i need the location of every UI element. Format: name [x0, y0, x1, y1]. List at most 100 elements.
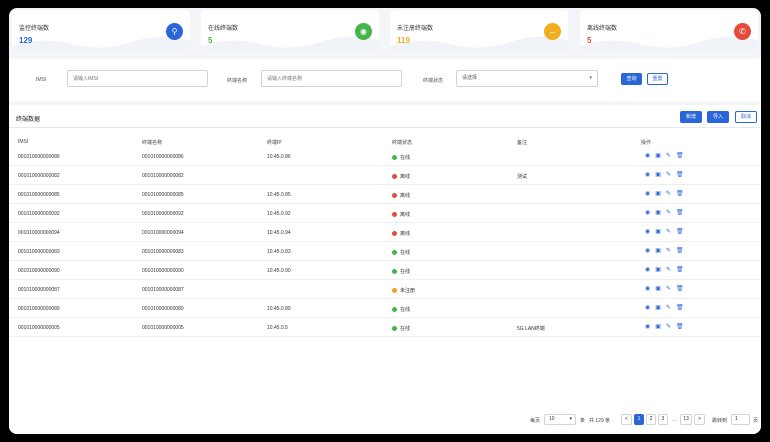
cell-status: 离线: [392, 192, 410, 199]
view-icon[interactable]: ◉: [645, 191, 650, 197]
delete-icon[interactable]: 🗑: [676, 324, 684, 330]
edit-icon[interactable]: ✎: [666, 286, 671, 292]
cancel-button[interactable]: 取消: [735, 111, 757, 123]
page-size-value: 10: [549, 416, 555, 422]
panel-title: 终端数据: [16, 117, 41, 123]
status-text: 离线: [400, 193, 411, 199]
column-header-note: 备注: [517, 140, 528, 146]
cell-ip: 10.45.0.89: [267, 306, 291, 312]
table-row: 001010000000090 001010000000090 10.45.0.90…: [9, 261, 761, 280]
add-button[interactable]: 新增: [680, 111, 702, 123]
delete-icon[interactable]: 🗑: [676, 248, 684, 254]
monitor-icon: ⚲: [166, 23, 183, 40]
offline-terminal-icon: ✆: [734, 23, 751, 40]
delete-icon[interactable]: 🗑: [676, 172, 684, 178]
stat-title: 离线终端数: [587, 26, 618, 32]
bind-icon[interactable]: ▣: [655, 172, 661, 178]
imsi-input[interactable]: [67, 70, 208, 87]
stat-card: 监控终端数 129 ⚲: [12, 10, 190, 52]
status-dot: [392, 193, 397, 198]
edit-icon[interactable]: ✎: [666, 191, 671, 197]
import-button[interactable]: 导入: [707, 111, 729, 123]
query-button[interactable]: 查询: [621, 73, 642, 85]
view-icon[interactable]: ◉: [645, 324, 650, 330]
delete-icon[interactable]: 🗑: [676, 267, 684, 273]
goto-page-input[interactable]: 1: [731, 414, 750, 425]
bind-icon[interactable]: ▣: [655, 324, 661, 330]
cell-imsi: 001010000000090: [18, 268, 60, 274]
online-terminal-icon: ◉: [355, 23, 372, 40]
next-page-button[interactable]: >: [694, 414, 705, 425]
delete-icon[interactable]: 🗑: [676, 229, 684, 235]
edit-icon[interactable]: ✎: [666, 305, 671, 311]
row-actions: ◉ ▣ ✎ 🗑: [645, 171, 689, 178]
edit-icon[interactable]: ✎: [666, 324, 671, 330]
delete-icon[interactable]: 🗑: [676, 153, 684, 159]
view-icon[interactable]: ◉: [645, 153, 650, 159]
terminal-name-input[interactable]: [261, 70, 402, 87]
cell-imsi: 001010000000086: [18, 154, 60, 160]
status-dot: [392, 269, 397, 274]
unit-label: 条: [580, 418, 586, 424]
edit-icon[interactable]: ✎: [666, 153, 671, 159]
bind-icon[interactable]: ▣: [655, 191, 661, 197]
edit-icon[interactable]: ✎: [666, 210, 671, 216]
delete-icon[interactable]: 🗑: [676, 286, 684, 292]
divider: [9, 127, 761, 128]
cell-imsi: 001010000000082: [18, 173, 60, 179]
edit-icon[interactable]: ✎: [666, 248, 671, 254]
view-icon[interactable]: ◉: [645, 172, 650, 178]
status-text: 在线: [400, 155, 411, 161]
cell-name: 001010000000082: [142, 173, 184, 179]
edit-icon[interactable]: ✎: [666, 229, 671, 235]
view-icon[interactable]: ◉: [645, 267, 650, 273]
view-icon[interactable]: ◉: [645, 305, 650, 311]
row-actions: ◉ ▣ ✎ 🗑: [645, 285, 689, 292]
cell-name: 001010000000086: [142, 154, 184, 160]
terminal-name-label: 终端名称: [227, 78, 248, 84]
bind-icon[interactable]: ▣: [655, 305, 661, 311]
last-page-button[interactable]: 13: [680, 414, 692, 425]
page-button-2[interactable]: 2: [646, 414, 656, 425]
status-dot: [392, 212, 397, 217]
imsi-label: IMSI: [36, 77, 47, 83]
status-dot: [392, 326, 397, 331]
status-text: 未注册: [400, 288, 416, 294]
page-size-select[interactable]: 10 ▾: [544, 414, 576, 425]
status-dot: [392, 231, 397, 236]
page-button-1[interactable]: 1: [634, 414, 644, 425]
total-count: 共 129 条: [589, 418, 611, 424]
cell-name: 001010000000094: [142, 230, 184, 236]
cell-name: 001010000000005: [142, 325, 184, 331]
bind-icon[interactable]: ▣: [655, 229, 661, 235]
column-header-imsi: IMSI: [18, 139, 29, 145]
stat-card: 未注册终端数 119 ↔: [390, 10, 568, 52]
table-row: 001010000000085 001010000000085 10.45.0.85…: [9, 185, 761, 204]
delete-icon[interactable]: 🗑: [676, 191, 684, 197]
status-text: 在线: [400, 307, 411, 313]
bind-icon[interactable]: ▣: [655, 153, 661, 159]
table-row: 001010000000082 001010000000082 离线 测试 ◉ ▣ ✎ 🗑: [9, 166, 761, 185]
view-icon[interactable]: ◉: [645, 210, 650, 216]
edit-icon[interactable]: ✎: [666, 172, 671, 178]
bind-icon[interactable]: ▣: [655, 267, 661, 273]
cell-imsi: 001010000000087: [18, 287, 60, 293]
bind-icon[interactable]: ▣: [655, 248, 661, 254]
view-icon[interactable]: ◉: [645, 248, 650, 254]
status-dot: [392, 288, 397, 293]
edit-icon[interactable]: ✎: [666, 267, 671, 273]
terminal-status-select[interactable]: 请选择 ▾: [456, 70, 598, 87]
view-icon[interactable]: ◉: [645, 286, 650, 292]
delete-icon[interactable]: 🗑: [676, 210, 684, 216]
status-dot: [392, 250, 397, 255]
row-actions: ◉ ▣ ✎ 🗑: [645, 323, 689, 330]
page-button-3[interactable]: 3: [658, 414, 668, 425]
reset-button[interactable]: 重置: [647, 73, 668, 85]
row-actions: ◉ ▣ ✎ 🗑: [645, 152, 689, 159]
delete-icon[interactable]: 🗑: [676, 305, 684, 311]
row-actions: ◉ ▣ ✎ 🗑: [645, 228, 689, 235]
prev-page-button[interactable]: <: [621, 414, 632, 425]
bind-icon[interactable]: ▣: [655, 286, 661, 292]
view-icon[interactable]: ◉: [645, 229, 650, 235]
bind-icon[interactable]: ▣: [655, 210, 661, 216]
